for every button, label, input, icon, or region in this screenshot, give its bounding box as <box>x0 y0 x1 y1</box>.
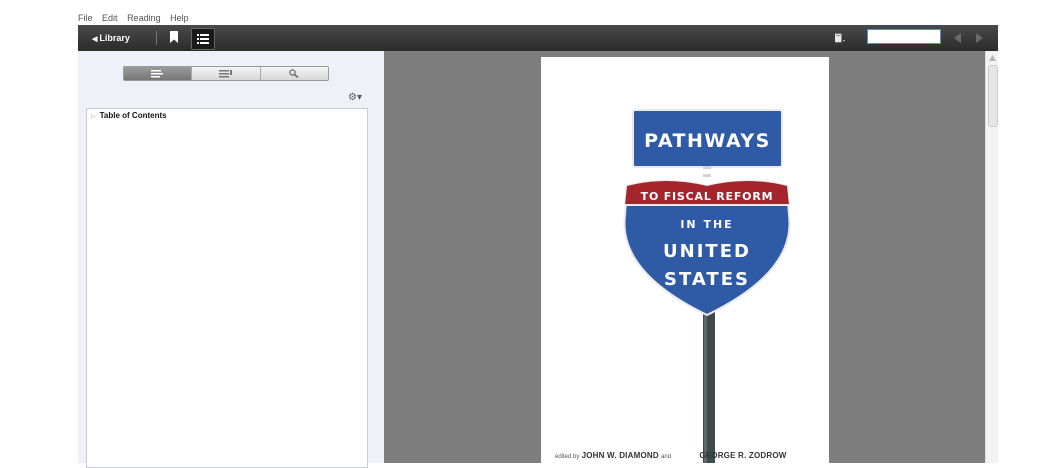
credit-prefix: edited by <box>555 454 580 460</box>
toc-item[interactable]: ▷ Table of Contents <box>91 111 167 122</box>
title-line-1: PATHWAYS <box>644 130 771 152</box>
expand-arrow-icon: ▷ <box>91 114 96 120</box>
tab-bookmarks[interactable] <box>191 67 260 80</box>
page-number-input[interactable] <box>867 29 941 44</box>
tab-toc[interactable] <box>124 67 192 80</box>
toc-list-icon <box>197 34 209 44</box>
bookmark-list-icon <box>218 69 232 77</box>
toc-toggle-button[interactable] <box>191 28 215 50</box>
search-icon <box>289 69 299 78</box>
page-layout-icon[interactable] <box>835 32 845 44</box>
sidebar: ⚙▾ ▷ Table of Contents <box>78 51 384 468</box>
prev-page-icon[interactable] <box>954 33 962 43</box>
tab-search[interactable] <box>259 67 328 80</box>
next-page-icon[interactable] <box>975 33 983 43</box>
editors-credit: edited by JOHN W. DIAMOND and GEORGE R. … <box>555 451 825 463</box>
scroll-up-icon[interactable] <box>989 55 996 61</box>
library-label: Library <box>99 33 130 43</box>
toolbar: ◀ Library <box>78 25 998 51</box>
menu-help[interactable]: Help <box>170 13 189 23</box>
library-button[interactable]: ◀ Library <box>92 31 130 45</box>
toc-tab-icon <box>150 69 163 77</box>
title-line-3: IN THE <box>680 218 733 231</box>
vertical-scrollbar[interactable] <box>985 51 998 463</box>
book-page: PATHWAYS TO FISCAL REFORM IN THE UNITED … <box>541 57 829 463</box>
menu-edit[interactable]: Edit <box>102 13 118 23</box>
sidebar-view-switcher <box>123 66 329 81</box>
toc-title: Table of Contents <box>99 111 167 120</box>
scroll-thumb[interactable] <box>988 65 998 127</box>
back-arrow-icon: ◀ <box>92 36 98 43</box>
menu-reading[interactable]: Reading <box>127 13 161 23</box>
credit-and: and <box>661 454 672 460</box>
menu-bar: File Edit Reading Help <box>78 11 998 25</box>
bookmark-icon[interactable] <box>170 31 178 43</box>
book-cover-artwork: PATHWAYS TO FISCAL REFORM IN THE UNITED … <box>623 109 791 463</box>
editor-2: GEORGE R. ZODROW <box>699 451 787 460</box>
toolbar-divider <box>156 31 157 45</box>
toc-panel: ▷ Table of Contents <box>86 108 368 468</box>
title-line-5: STATES <box>664 269 750 290</box>
title-line-4: UNITED <box>663 241 751 262</box>
editor-1: JOHN W. DIAMOND <box>581 451 659 460</box>
menu-file[interactable]: File <box>78 13 93 23</box>
title-line-2: TO FISCAL REFORM <box>641 190 774 203</box>
gear-icon[interactable]: ⚙▾ <box>348 92 364 104</box>
